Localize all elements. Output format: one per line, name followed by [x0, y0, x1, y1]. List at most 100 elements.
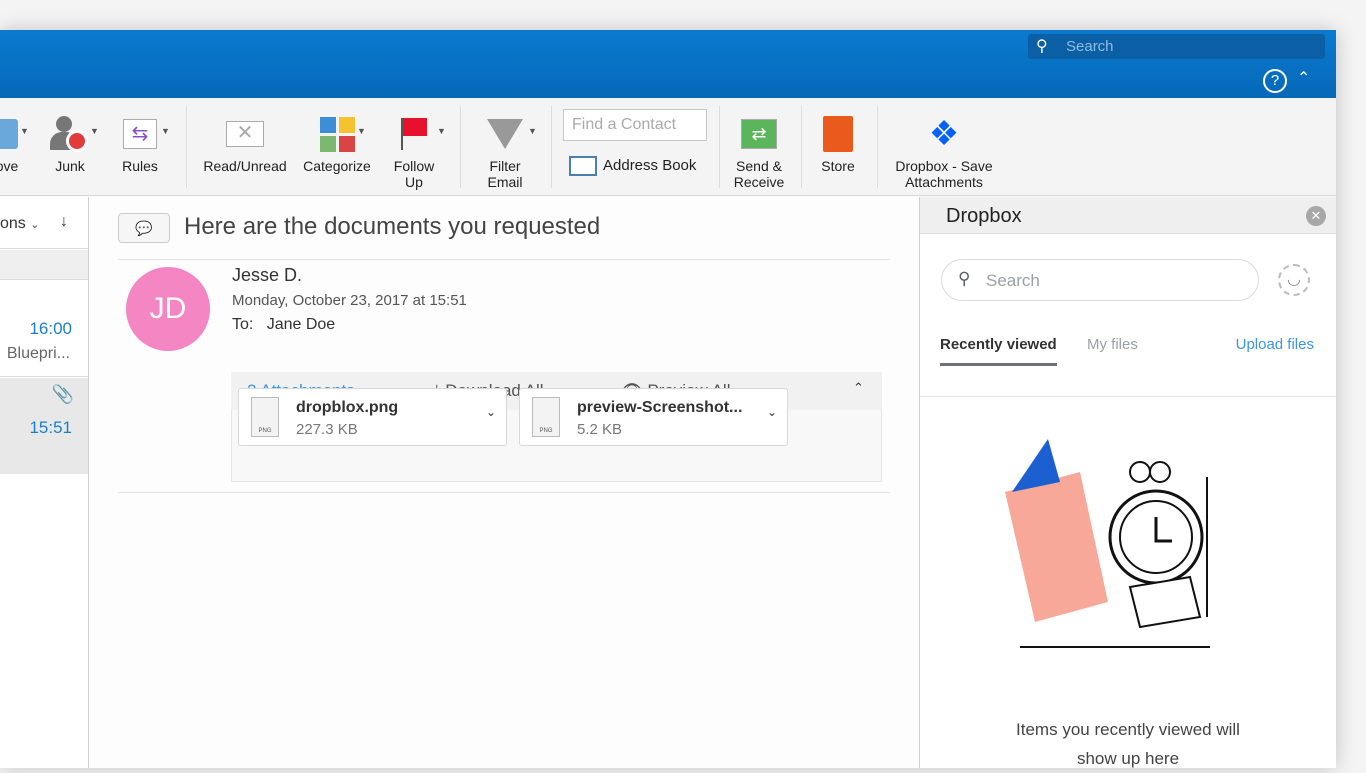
- list-item-preview: Bluepri...: [6, 345, 70, 362]
- message-list: ons ⌄ ↓ 16:00 Bluepri... 📎 15:51: [0, 197, 89, 768]
- read-unread-label: Read/Unread: [203, 158, 287, 174]
- sort-header[interactable]: ons ⌄ ↓: [0, 197, 88, 249]
- store-bag-icon: [812, 110, 864, 158]
- chevron-down-icon[interactable]: ⌄: [486, 405, 496, 419]
- junk-label: Junk: [55, 158, 85, 174]
- address-book-icon: [569, 156, 597, 176]
- close-icon[interactable]: ✕: [1306, 206, 1326, 226]
- attachment-name: dropblox.png: [296, 399, 399, 416]
- divider: [877, 106, 878, 188]
- search-icon: ⚲: [958, 269, 971, 288]
- chevron-down-icon[interactable]: ▼: [20, 126, 29, 136]
- list-item-selected[interactable]: 📎 15:51: [0, 378, 88, 474]
- chevron-down-icon: ⌄: [30, 219, 40, 231]
- to-label: To:: [232, 316, 254, 333]
- attachment-card[interactable]: PNG preview-Screenshot... 5.2 KB ⌄: [519, 388, 788, 446]
- follow-up-label: Follow Up: [393, 158, 435, 190]
- outlook-window: ⚲Search ? ⌃ ove ▼ Junk ▼ ⇆Rules ▼ ✕Read/…: [0, 30, 1336, 768]
- list-item[interactable]: 16:00 Bluepri...: [0, 281, 88, 377]
- paperclip-icon: 📎: [51, 384, 74, 404]
- empty-line-1: Items you recently viewed will: [1016, 720, 1240, 739]
- divider: [460, 106, 461, 188]
- attachment-name: preview-Screenshot...: [577, 399, 743, 416]
- attachment-card[interactable]: PNG dropblox.png 227.3 KB ⌄: [238, 388, 507, 446]
- dropbox-pane: Dropbox ✕ ⚲ Search ◡ Recently viewed My f…: [919, 197, 1336, 768]
- dropbox-icon: ❖: [928, 115, 960, 153]
- address-book-button[interactable]: Address Book: [569, 156, 696, 176]
- categorize-label: Categorize: [303, 158, 371, 174]
- follow-up-button[interactable]: Follow Up: [387, 110, 441, 190]
- help-icon[interactable]: ?: [1263, 69, 1287, 93]
- dropbox-save-attachments-button[interactable]: ❖ Dropbox - Save Attachments: [886, 110, 1002, 190]
- divider: [186, 106, 187, 188]
- collapse-ribbon-icon[interactable]: ⌃: [1297, 68, 1310, 88]
- divider: [801, 106, 802, 188]
- tab-recently-viewed[interactable]: Recently viewed: [940, 336, 1057, 366]
- move-button[interactable]: ove: [0, 110, 24, 174]
- send-receive-label: Send & Receive: [733, 158, 785, 190]
- attachment-size: 5.2 KB: [577, 421, 623, 438]
- search-icon: ⚲: [1036, 38, 1048, 55]
- chevron-down-icon[interactable]: ▼: [357, 126, 366, 136]
- search-placeholder: Search: [986, 271, 1040, 290]
- chevron-down-icon[interactable]: ▼: [528, 126, 537, 136]
- divider: [118, 259, 890, 260]
- recipient-row: To: Jane Doe: [232, 316, 335, 334]
- conversation-icon[interactable]: 💬: [118, 213, 170, 243]
- junk-button[interactable]: Junk: [45, 110, 95, 174]
- dropbox-search-input[interactable]: ⚲ Search: [941, 259, 1259, 301]
- sort-direction-icon[interactable]: ↓: [60, 213, 68, 231]
- search-box[interactable]: ⚲ Search: [1028, 34, 1325, 59]
- reading-pane: 💬 Here are the documents you requested J…: [90, 197, 918, 768]
- rules-label: Rules: [122, 158, 158, 174]
- read-unread-button[interactable]: ✕ Read/Unread: [198, 110, 292, 174]
- empty-line-2: show up here: [1076, 749, 1180, 768]
- flag-icon: [387, 110, 441, 158]
- chevron-down-icon[interactable]: ▼: [437, 126, 446, 136]
- junk-icon: [45, 110, 95, 158]
- sender-name[interactable]: Jesse D.: [232, 265, 302, 286]
- envelope-icon: ✕: [198, 110, 292, 158]
- divider: [118, 492, 890, 493]
- store-label: Store: [821, 158, 855, 174]
- upload-files-link[interactable]: Upload files: [1236, 336, 1314, 353]
- send-receive-button[interactable]: ⇄ Send & Receive: [726, 110, 792, 190]
- account-avatar-icon[interactable]: ◡: [1278, 264, 1310, 296]
- list-item-time: 15:51: [29, 418, 72, 437]
- send-receive-icon: ⇄: [726, 110, 792, 158]
- ribbon: ove ▼ Junk ▼ ⇆Rules ▼ ✕Read/Unread Categ…: [0, 98, 1336, 196]
- dropbox-title: Dropbox: [946, 205, 1022, 227]
- empty-state-illustration: [1005, 439, 1210, 648]
- empty-state-message: Items you recently viewed will show up he…: [920, 715, 1336, 773]
- categorize-button[interactable]: Categorize: [298, 110, 376, 174]
- funnel-icon: [478, 110, 532, 158]
- avatar: JD: [126, 267, 210, 351]
- png-file-icon: PNG: [251, 397, 279, 437]
- move-label: ove: [0, 158, 19, 174]
- rules-icon: ⇆: [115, 110, 165, 158]
- sort-label: ons: [0, 215, 26, 232]
- rules-button[interactable]: ⇆ Rules: [115, 110, 165, 174]
- divider: [719, 106, 720, 188]
- address-book-label: Address Book: [603, 157, 697, 174]
- message-subject: Here are the documents you requested: [184, 213, 601, 240]
- store-button[interactable]: Store: [812, 110, 864, 174]
- collapse-attachments-icon[interactable]: ⌃: [853, 380, 864, 396]
- message-date: Monday, October 23, 2017 at 15:51: [232, 292, 467, 309]
- filter-email-button[interactable]: Filter Email: [478, 110, 532, 190]
- chevron-down-icon[interactable]: ▼: [161, 126, 170, 136]
- chevron-down-icon[interactable]: ⌄: [767, 405, 777, 419]
- tab-my-files[interactable]: My files: [1087, 336, 1138, 353]
- list-group-header: [0, 250, 88, 280]
- find-contact-input[interactable]: Find a Contact: [563, 109, 707, 141]
- attachment-size: 227.3 KB: [296, 421, 358, 438]
- chevron-down-icon[interactable]: ▼: [90, 126, 99, 136]
- list-item-time: 16:00: [29, 319, 72, 338]
- divider: [920, 396, 1336, 397]
- title-bar: ⚲ Search ? ⌃: [0, 30, 1336, 98]
- recipient-name[interactable]: Jane Doe: [267, 316, 336, 333]
- dropbox-save-label: Dropbox - Save Attachments: [895, 158, 993, 190]
- filter-email-label: Filter Email: [487, 158, 523, 190]
- dropbox-pane-header: Dropbox ✕: [920, 197, 1336, 234]
- search-placeholder: Search: [1066, 38, 1114, 55]
